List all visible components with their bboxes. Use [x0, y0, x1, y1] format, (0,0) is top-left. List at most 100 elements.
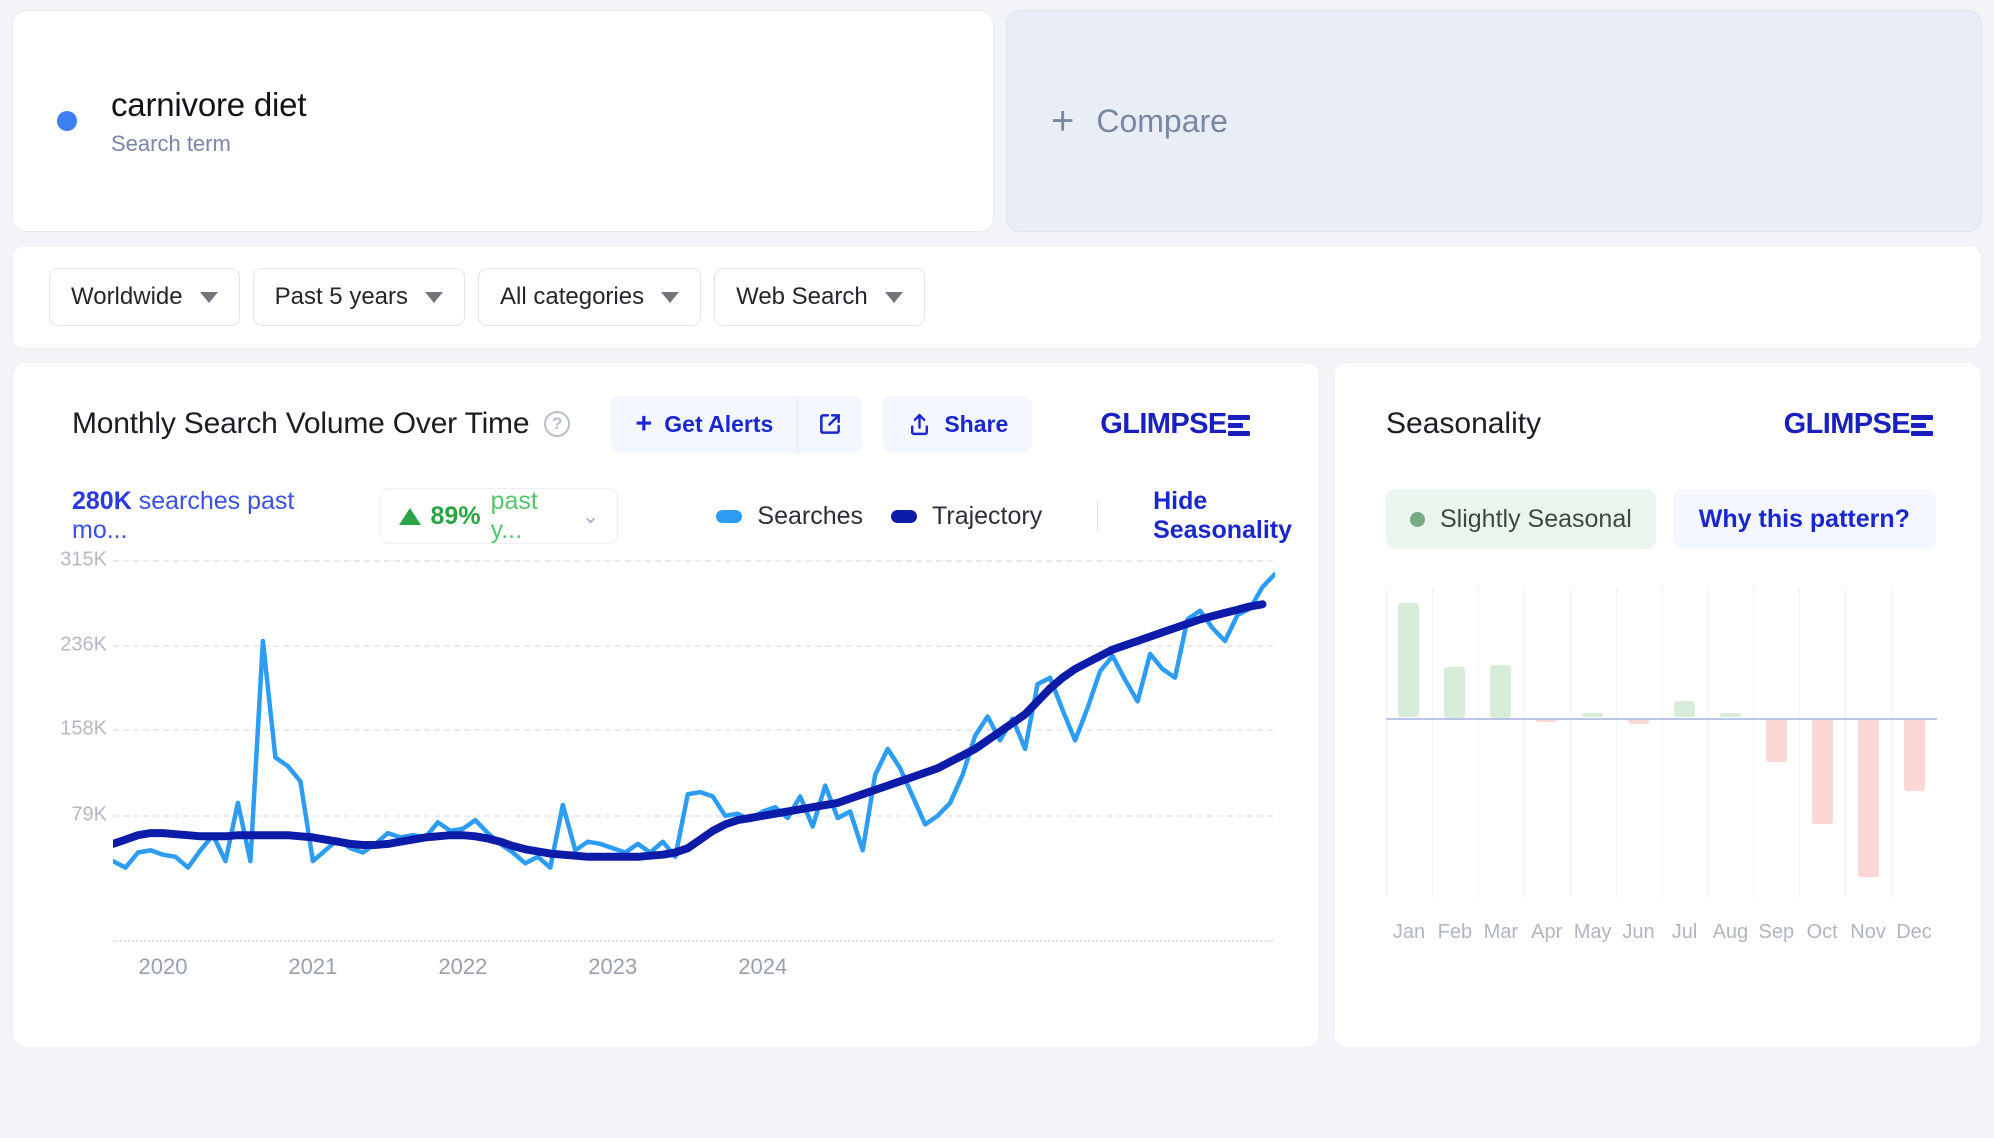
glimpse-wordmark: GLIMPSE: [1100, 407, 1227, 440]
yoy-delta-caption: past y...: [490, 487, 538, 544]
external-link-icon: [820, 414, 841, 434]
month-label: May: [1573, 921, 1612, 943]
chevron-down-icon: [884, 291, 903, 303]
compare-label: Compare: [1096, 102, 1228, 139]
status-dot-icon: [1410, 511, 1425, 527]
chart-header-actions: + Get Alerts Share GLIMPSE: [611, 395, 1250, 453]
seasonality-zero-line: [1386, 717, 1937, 720]
x-tick-label: 2023: [588, 954, 638, 979]
filter-timeframe[interactable]: Past 5 years: [252, 268, 466, 326]
y-tick-label: 236K: [60, 633, 107, 656]
add-compare-button[interactable]: + Compare: [1006, 10, 1982, 232]
month-label: Oct: [1806, 921, 1838, 943]
seasonality-card: Seasonality GLIMPSE Slightly Seasonal Wh…: [1333, 362, 1982, 1048]
glimpse-bars-icon: [1911, 414, 1933, 436]
month-label: Feb: [1437, 921, 1473, 943]
seasonality-bar: [1398, 603, 1420, 718]
seasonality-bar: [1673, 701, 1695, 718]
get-alerts-label: Get Alerts: [664, 410, 774, 437]
seasonality-bar-chart: Jan Feb Mar Apr May Jun Jul Aug Sep Oct Nov Dec: [1334, 587, 1981, 987]
seasonality-bar: [1811, 717, 1833, 824]
seasonality-actions: Slightly Seasonal Why this pattern?: [1334, 489, 1981, 549]
x-tick-label: 2024: [738, 954, 788, 979]
get-alerts-button[interactable]: + Get Alerts: [611, 395, 798, 453]
seasonality-gridline: [1707, 587, 1709, 897]
month-label: Apr: [1531, 921, 1563, 943]
filter-search-type[interactable]: Web Search: [714, 268, 925, 326]
yoy-delta-dropdown[interactable]: 89% past y... ⌄: [379, 487, 619, 544]
filter-timeframe-label: Past 5 years: [274, 283, 409, 310]
month-label: Aug: [1712, 921, 1749, 943]
plus-icon: +: [635, 407, 653, 440]
triangle-up-icon: [398, 507, 421, 525]
legend-swatch-searches: [716, 509, 743, 523]
hide-seasonality-link[interactable]: Hide Seasonality: [1153, 487, 1319, 545]
get-alerts-group: + Get Alerts: [611, 395, 863, 453]
seasonality-badge: Slightly Seasonal: [1386, 489, 1656, 549]
share-label: Share: [944, 410, 1009, 437]
seasonality-gridline: [1569, 587, 1571, 897]
legend-divider: [1097, 500, 1099, 532]
filter-region-label: Worldwide: [71, 283, 183, 310]
legend-item-trajectory[interactable]: Trajectory: [891, 502, 1042, 531]
seasonality-gridline: [1523, 587, 1525, 897]
app-root: carnivore diet Search term + Compare Wor…: [0, 0, 1994, 1138]
share-button[interactable]: Share: [883, 395, 1033, 453]
why-this-pattern-label: Why this pattern?: [1698, 504, 1910, 533]
x-tick-label: 2020: [138, 954, 188, 979]
search-volume-stat: 280K searches past mo...: [72, 487, 342, 545]
seasonality-gridline: [1845, 587, 1847, 897]
seasonality-gridline: [1477, 587, 1479, 897]
filter-category[interactable]: All categories: [478, 268, 702, 326]
month-label: Sep: [1758, 921, 1795, 943]
seasonality-gridline: [1386, 587, 1387, 897]
line-chart-plot: 79K 158K 236K 315K 2020 2021 2022 2023 2024: [13, 549, 1319, 990]
chart-header: Monthly Search Volume Over Time ? + Get …: [13, 395, 1319, 453]
series-trajectory: [113, 600, 1267, 861]
seasonality-gridline: [1431, 587, 1433, 897]
line-series-svg: [113, 571, 1275, 870]
x-axis-line: [113, 940, 1273, 942]
y-tick-label: 315K: [60, 548, 107, 571]
x-tick-label: 2022: [438, 954, 488, 979]
legend-item-searches[interactable]: Searches: [716, 502, 863, 531]
seasonality-gridline: [1753, 587, 1755, 897]
month-label: Jul: [1671, 921, 1698, 943]
series-color-dot: [57, 111, 77, 131]
seasonality-gridline: [1661, 587, 1663, 897]
y-tick-label: 158K: [60, 717, 107, 740]
x-axis-labels: 2020 2021 2022 2023 2024: [113, 946, 1273, 990]
filter-bar: Worldwide Past 5 years All categories We…: [12, 245, 1982, 349]
month-label: Dec: [1896, 921, 1932, 943]
yoy-delta-value: 89%: [430, 501, 481, 530]
seasonality-gridline: [1615, 587, 1617, 897]
search-term-type: Search term: [111, 131, 231, 157]
filter-region[interactable]: Worldwide: [49, 268, 240, 326]
seasonality-bar: [1490, 664, 1512, 718]
chevron-down-icon: ⌄: [581, 504, 600, 528]
why-this-pattern-button[interactable]: Why this pattern?: [1672, 489, 1936, 549]
seasonality-title: Seasonality: [1386, 407, 1542, 440]
share-icon: [911, 413, 929, 435]
search-term-card[interactable]: carnivore diet Search term: [12, 10, 994, 232]
open-external-button[interactable]: [797, 395, 863, 453]
main-row: Monthly Search Volume Over Time ? + Get …: [12, 362, 1982, 1048]
chart-legend: Searches Trajectory Hide Seasonality: [716, 487, 1319, 545]
glimpse-logo: GLIMPSE: [1784, 408, 1933, 441]
chevron-down-icon: [425, 291, 444, 303]
legend-swatch-trajectory: [891, 509, 918, 523]
glimpse-wordmark: GLIMPSE: [1783, 407, 1911, 440]
search-volume-value: 280K: [72, 487, 132, 515]
chart-title: Monthly Search Volume Over Time: [72, 407, 530, 440]
month-label: Mar: [1483, 921, 1519, 943]
seasonality-bar: [1903, 717, 1925, 791]
filter-search-type-label: Web Search: [736, 283, 868, 310]
seasonality-bar: [1765, 717, 1787, 763]
chevron-down-icon: [199, 291, 218, 303]
legend-label-searches: Searches: [757, 501, 864, 530]
help-icon[interactable]: ?: [544, 411, 571, 437]
legend-label-trajectory: Trajectory: [932, 501, 1043, 530]
month-label: Jun: [1622, 921, 1655, 943]
seasonality-gridline: [1799, 587, 1801, 897]
month-label: Nov: [1850, 921, 1886, 943]
